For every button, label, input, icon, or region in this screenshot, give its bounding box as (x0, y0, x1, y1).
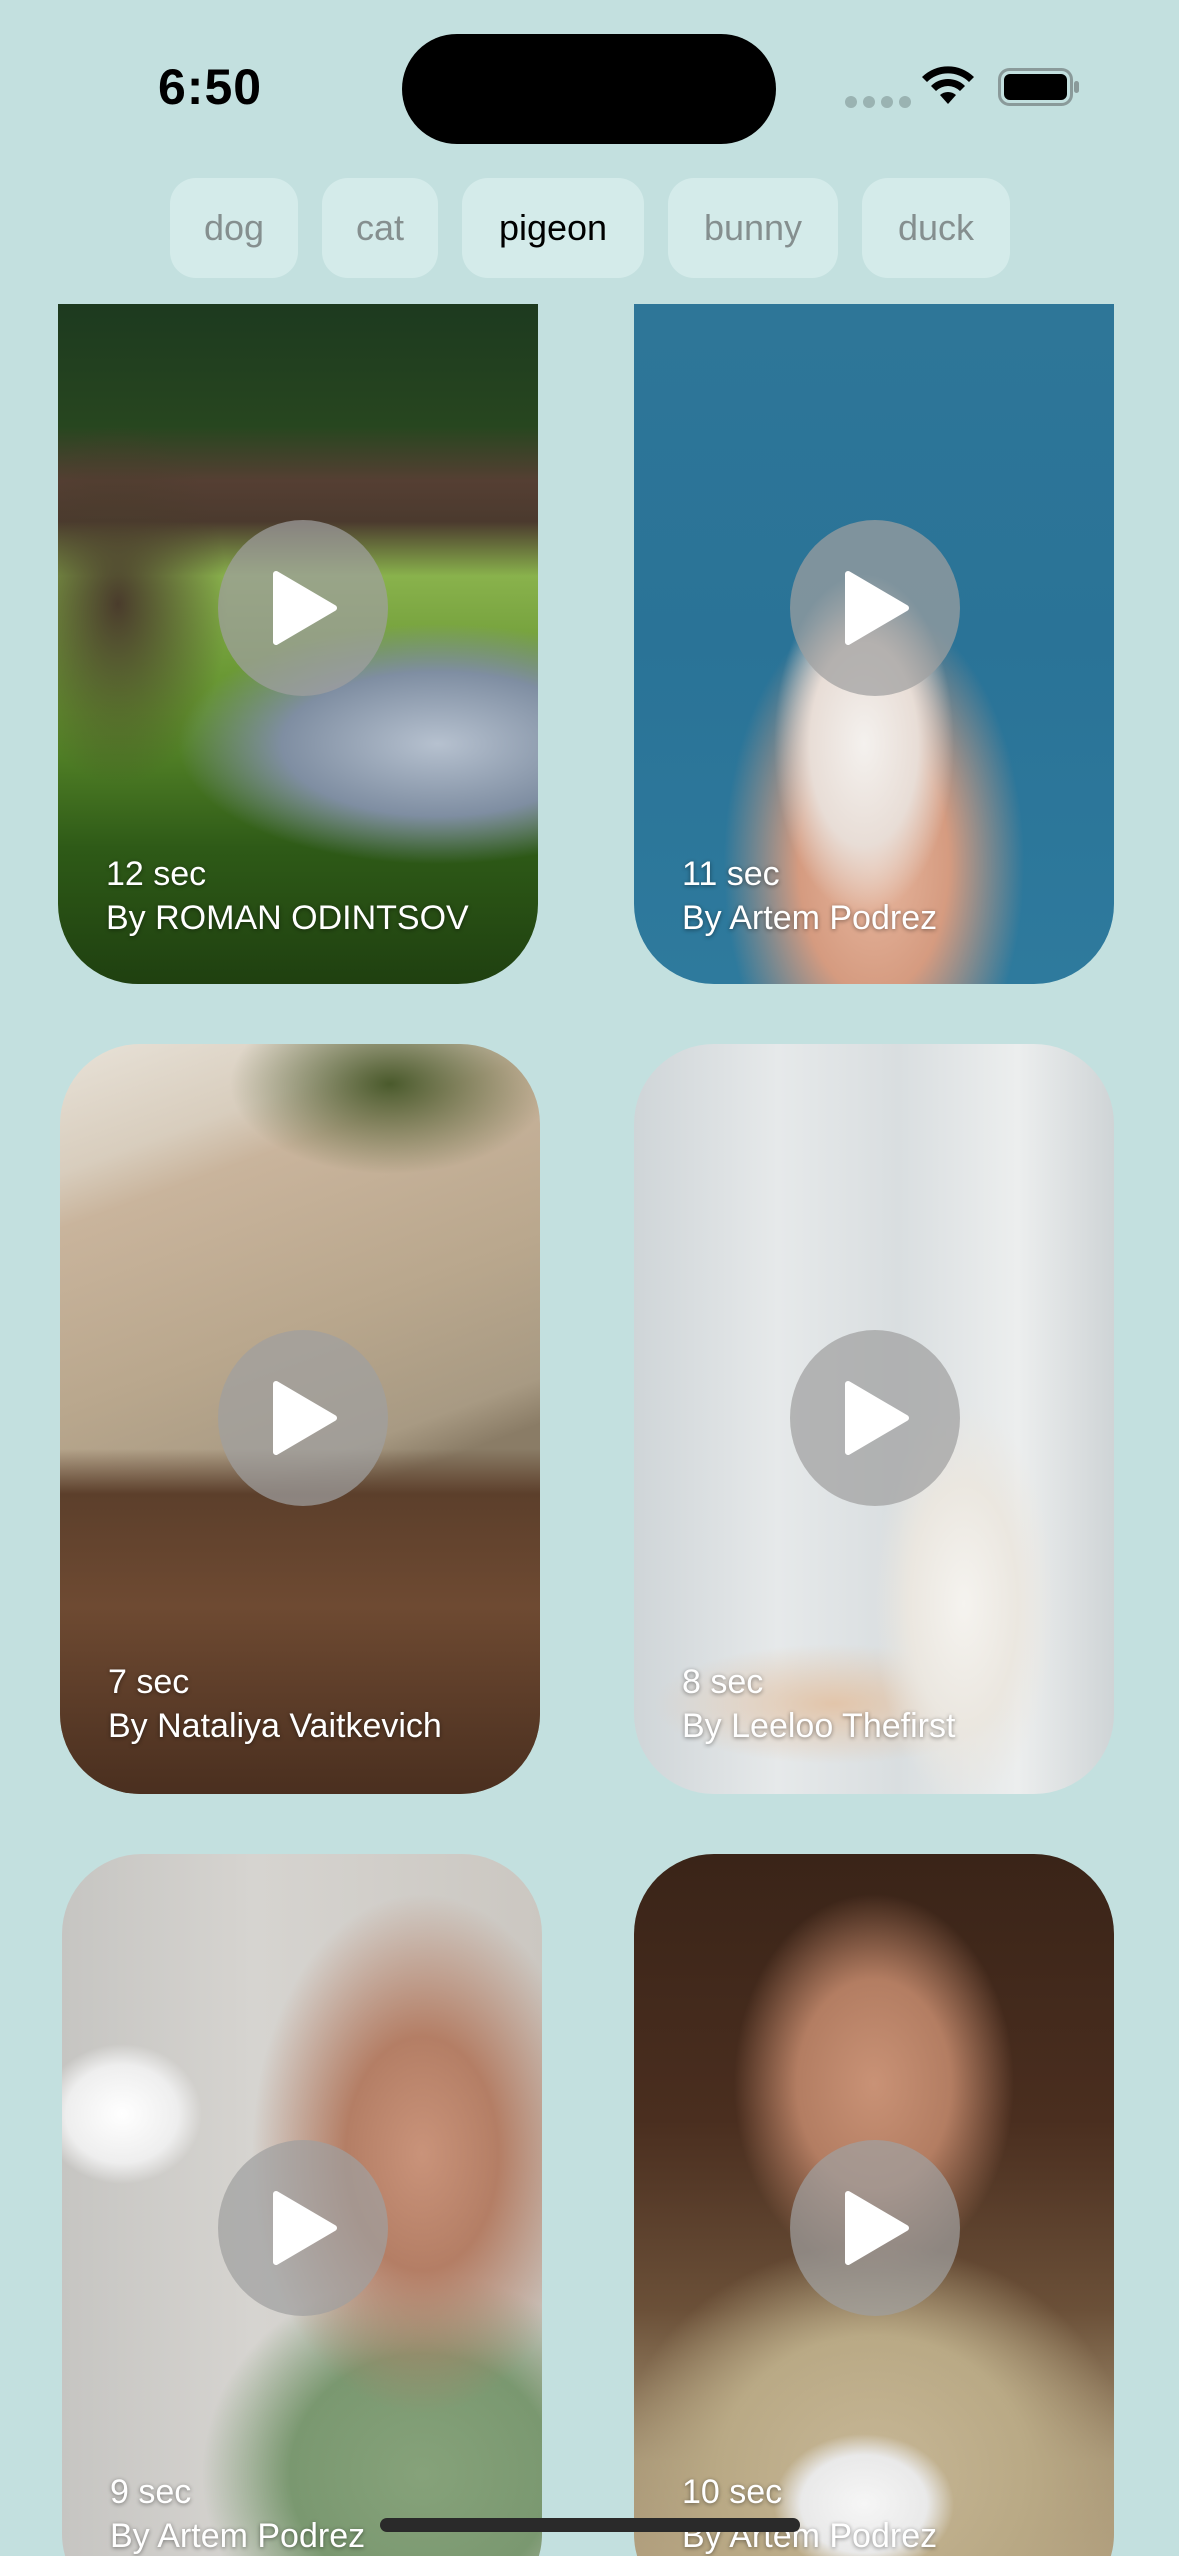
video-meta: 7 sec By Nataliya Vaitkevich (108, 1660, 442, 1748)
video-duration: 10 sec (682, 2473, 783, 2511)
video-card[interactable]: 12 sec By ROMAN ODINTSOV (58, 304, 538, 984)
video-card[interactable]: 11 sec By Artem Podrez (634, 304, 1114, 984)
video-meta: 9 sec By Artem Podrez (110, 2470, 365, 2556)
video-duration: 9 sec (110, 2473, 192, 2511)
wifi-icon (922, 66, 974, 104)
video-card[interactable]: 7 sec By Nataliya Vaitkevich (60, 1044, 540, 1794)
chip-dog[interactable]: dog (170, 178, 298, 278)
chip-cat[interactable]: cat (322, 178, 438, 278)
video-duration: 7 sec (108, 1663, 190, 1701)
video-duration: 11 sec (682, 855, 780, 893)
dynamic-island (402, 34, 776, 144)
video-author: By Artem Podrez (682, 899, 938, 937)
play-icon (845, 1381, 909, 1455)
video-author: By Artem Podrez (110, 2517, 366, 2555)
video-meta: 11 sec By Artem Podrez (682, 852, 937, 940)
video-meta: 8 sec By Leeloo Thefirst (682, 1660, 955, 1748)
status-time: 6:50 (158, 59, 263, 115)
play-icon (273, 1381, 337, 1455)
cellular-signal-icon (845, 96, 911, 108)
play-icon (273, 2191, 337, 2265)
video-meta: 12 sec By ROMAN ODINTSOV (106, 852, 469, 940)
play-button[interactable] (218, 520, 388, 696)
chip-bunny[interactable]: bunny (668, 178, 838, 278)
chip-pigeon[interactable]: pigeon (462, 178, 644, 278)
video-author: By Leeloo Thefirst (682, 1707, 956, 1745)
video-author: By ROMAN ODINTSOV (106, 899, 469, 937)
video-duration: 12 sec (106, 855, 207, 893)
play-icon (845, 571, 909, 645)
play-button[interactable] (790, 1330, 960, 1506)
play-button[interactable] (790, 520, 960, 696)
battery-icon (998, 68, 1079, 106)
play-button[interactable] (790, 2140, 960, 2316)
video-card[interactable]: 9 sec By Artem Podrez (62, 1854, 542, 2556)
video-author: By Nataliya Vaitkevich (108, 1707, 442, 1745)
video-card[interactable]: 8 sec By Leeloo Thefirst (634, 1044, 1114, 1794)
video-duration: 8 sec (682, 1663, 764, 1701)
video-meta: 10 sec By Artem Podrez (682, 2470, 937, 2556)
play-icon (845, 2191, 909, 2265)
home-indicator[interactable] (380, 2518, 800, 2532)
play-button[interactable] (218, 2140, 388, 2316)
play-icon (273, 571, 337, 645)
play-button[interactable] (218, 1330, 388, 1506)
chip-duck[interactable]: duck (862, 178, 1010, 278)
video-card[interactable]: 10 sec By Artem Podrez (634, 1854, 1114, 2556)
